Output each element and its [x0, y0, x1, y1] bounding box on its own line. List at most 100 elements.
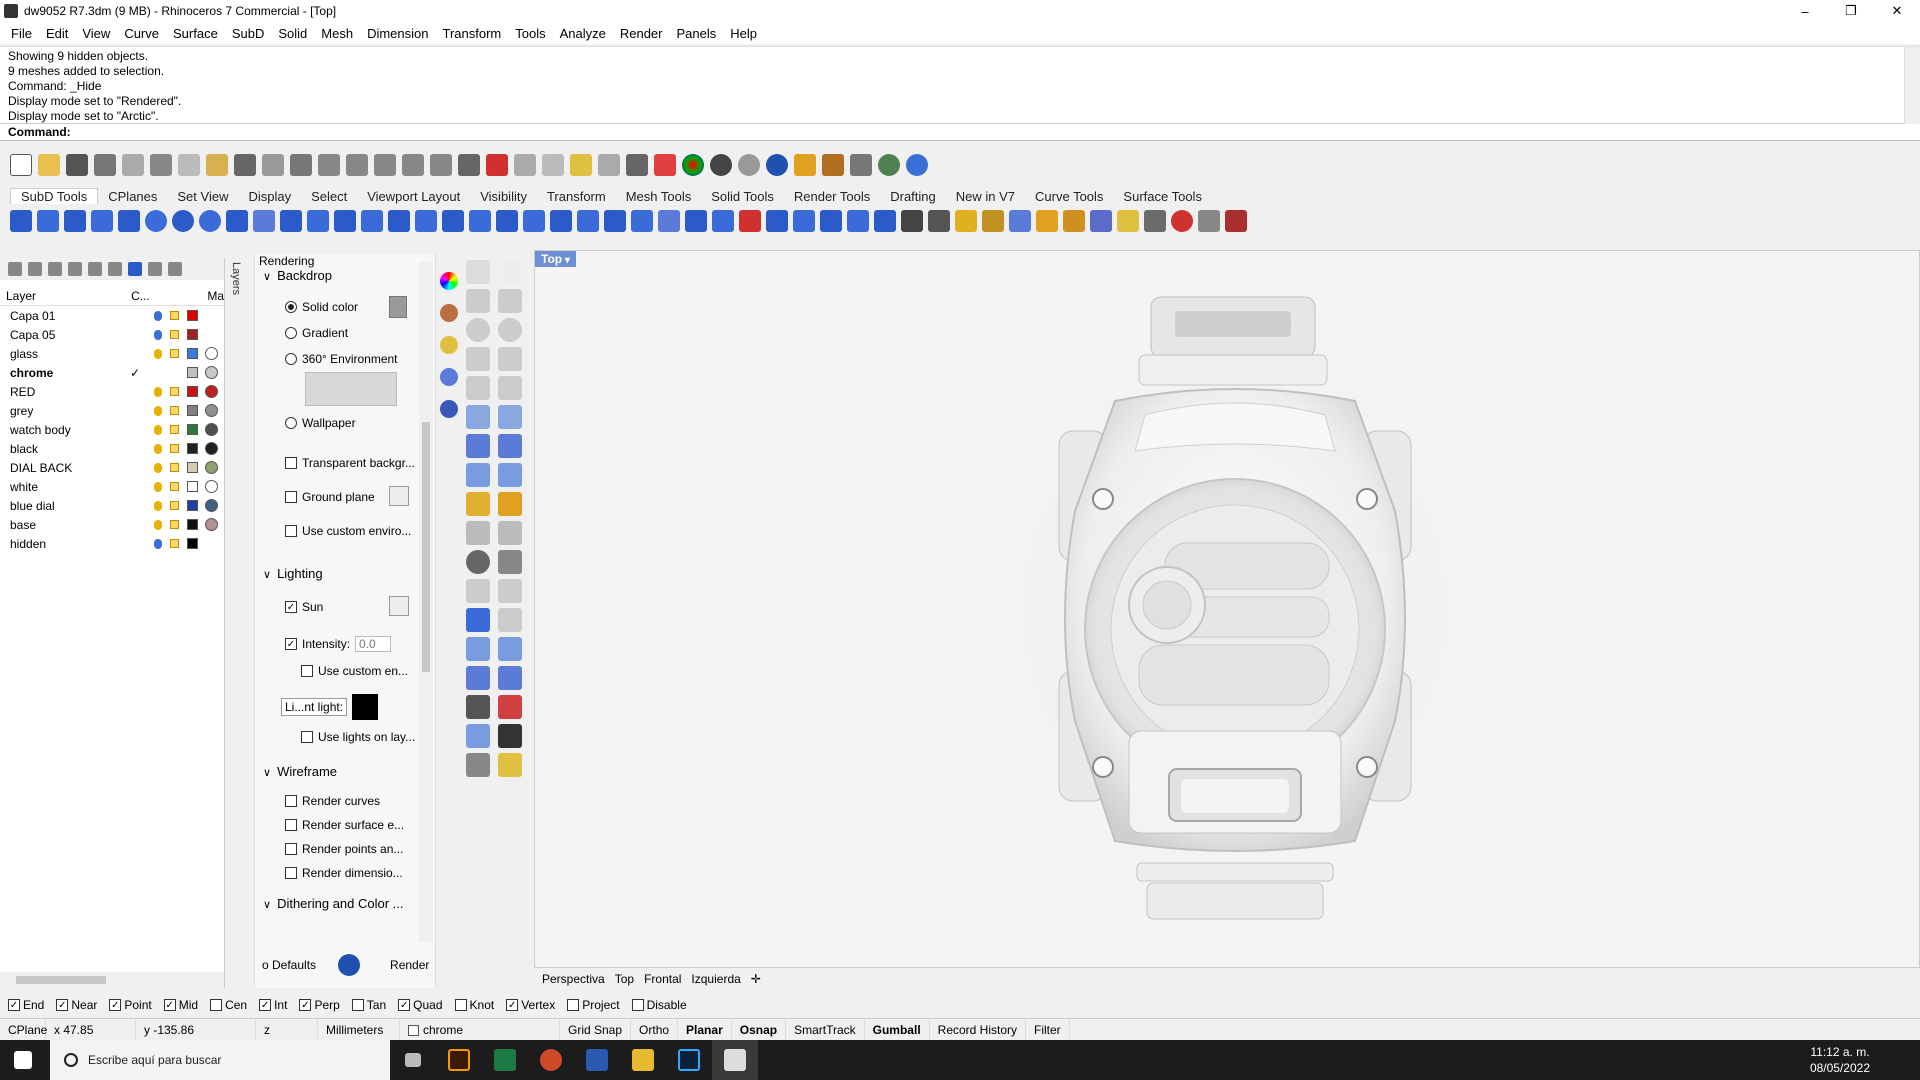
rectangle-icon[interactable] — [498, 347, 522, 371]
menu-transform[interactable]: Transform — [435, 26, 508, 41]
box-icon[interactable] — [466, 434, 490, 458]
subd-refine-icon[interactable] — [658, 210, 680, 232]
subd-ellipsoid-icon[interactable] — [172, 210, 194, 232]
delete-layer-icon[interactable] — [48, 262, 62, 276]
layer-color-swatch[interactable] — [187, 538, 198, 549]
subd-crease-icon[interactable] — [496, 210, 518, 232]
menu-curve[interactable]: Curve — [117, 26, 166, 41]
lock-icon[interactable] — [170, 425, 179, 434]
subd-sweep-icon[interactable] — [280, 210, 302, 232]
new-sublayer-icon[interactable] — [28, 262, 42, 276]
render-curves-checkbox[interactable]: Render curves — [285, 794, 380, 808]
properties-tab-icon[interactable] — [440, 272, 458, 290]
tab-select[interactable]: Select — [301, 189, 357, 204]
analyze-icon[interactable] — [498, 695, 522, 719]
render-dimensions-checkbox[interactable]: Render dimensio... — [285, 866, 403, 880]
layer-options-icon[interactable] — [148, 262, 162, 276]
layer-row[interactable]: base — [0, 515, 224, 534]
layer-row[interactable]: chrome ✓ — [0, 363, 224, 382]
save-icon[interactable] — [66, 154, 88, 176]
select-arrow-icon[interactable] — [466, 260, 490, 284]
subd-stitch-icon[interactable] — [415, 210, 437, 232]
dimension-tool-icon[interactable] — [498, 492, 522, 516]
tab-solid-tools[interactable]: Solid Tools — [701, 189, 784, 204]
radio[interactable] — [285, 353, 297, 365]
checkbox[interactable] — [301, 731, 313, 743]
environment-picker[interactable] — [305, 372, 397, 406]
layer-color-swatch[interactable] — [187, 329, 198, 340]
wireframe-section[interactable]: Wireframe — [263, 764, 337, 779]
light-bulb-icon[interactable] — [154, 348, 162, 359]
scroll-thumb[interactable] — [16, 976, 106, 984]
layer-color-swatch[interactable] — [187, 443, 198, 454]
checkbox[interactable] — [285, 795, 297, 807]
layer-name[interactable]: Capa 01 — [10, 309, 55, 323]
menu-panels[interactable]: Panels — [669, 26, 723, 41]
layer-name[interactable]: blue dial — [10, 499, 55, 513]
layer-color-swatch[interactable] — [187, 424, 198, 435]
subd-cylinder-icon[interactable] — [118, 210, 140, 232]
checkbox[interactable]: ✓ — [299, 999, 312, 1011]
subd-pipe-icon[interactable] — [307, 210, 329, 232]
subd-options-icon[interactable] — [1198, 210, 1220, 232]
material-swatch[interactable] — [205, 518, 218, 531]
tab-perspectiva[interactable]: Perspectiva — [542, 972, 605, 986]
osnap-vertex[interactable]: ✓ Vertex — [506, 998, 555, 1012]
checkbox[interactable] — [285, 525, 297, 537]
subd-tile-icon[interactable] — [631, 210, 653, 232]
render-button[interactable]: Render — [390, 958, 429, 972]
subd-smooth-mode-icon[interactable] — [1117, 210, 1139, 232]
layer-row[interactable]: black — [0, 439, 224, 458]
menu-analyze[interactable]: Analyze — [553, 26, 613, 41]
block-icon[interactable] — [466, 753, 490, 777]
checkbox[interactable]: ✓ — [285, 638, 297, 650]
open-file-icon[interactable] — [38, 154, 60, 176]
layer-name[interactable]: RED — [10, 385, 35, 399]
sun-checkbox[interactable]: ✓ Sun — [285, 600, 323, 614]
scale-icon[interactable] — [498, 608, 522, 632]
lock-icon[interactable] — [170, 501, 179, 510]
new-file-icon[interactable] — [10, 154, 32, 176]
subd-torus-icon[interactable] — [199, 210, 221, 232]
checkbox[interactable] — [301, 665, 313, 677]
menu-edit[interactable]: Edit — [39, 26, 75, 41]
tab-frontal[interactable]: Frontal — [644, 972, 681, 986]
rendered-sphere-icon[interactable] — [738, 154, 760, 176]
polygon-icon[interactable] — [466, 376, 490, 400]
subd-weld-icon[interactable] — [469, 210, 491, 232]
light-color-row[interactable]: Li...nt light: — [281, 694, 379, 720]
illustrator-app[interactable] — [436, 1040, 482, 1080]
dimension-icon[interactable] — [850, 154, 872, 176]
trim-icon[interactable] — [466, 521, 490, 545]
extrude-surface-icon[interactable] — [498, 405, 522, 429]
layer-color-swatch[interactable] — [187, 481, 198, 492]
subd-append-icon[interactable] — [442, 210, 464, 232]
orient-icon[interactable] — [498, 637, 522, 661]
tab-cplanes[interactable]: CPlanes — [98, 189, 167, 204]
filter-icon[interactable] — [128, 262, 142, 276]
close-icon[interactable]: ✕ — [1874, 0, 1920, 22]
lock-icon[interactable] — [170, 520, 179, 529]
tab-viewport-layout[interactable]: Viewport Layout — [357, 189, 470, 204]
lock-icon[interactable] — [170, 444, 179, 453]
checkbox[interactable]: ✓ — [109, 999, 122, 1011]
osnap-int[interactable]: ✓ Int — [259, 998, 287, 1012]
menu-subd[interactable]: SubD — [225, 26, 272, 41]
checkbox[interactable]: ✓ — [285, 601, 297, 613]
ground-plane-settings-icon[interactable] — [389, 486, 409, 506]
layer-name[interactable]: DIAL BACK — [10, 461, 72, 475]
start-button[interactable] — [0, 1040, 46, 1080]
subd-delete-icon[interactable] — [1225, 210, 1247, 232]
viewport-layout-icon[interactable] — [458, 154, 480, 176]
subd-extrude-icon[interactable] — [334, 210, 356, 232]
layer-column-header[interactable]: Layer — [0, 289, 125, 303]
zoom-extents-icon[interactable] — [374, 154, 396, 176]
checkbox[interactable] — [210, 999, 223, 1011]
material-swatch[interactable] — [205, 499, 218, 512]
lock-icon[interactable] — [170, 349, 179, 358]
menu-help[interactable]: Help — [723, 26, 764, 41]
transparent-background-checkbox[interactable]: Transparent backgr... — [285, 456, 415, 470]
explode-icon[interactable] — [466, 492, 490, 516]
layer-row[interactable]: Capa 05 — [0, 325, 224, 344]
light-bulb-icon[interactable] — [598, 154, 620, 176]
